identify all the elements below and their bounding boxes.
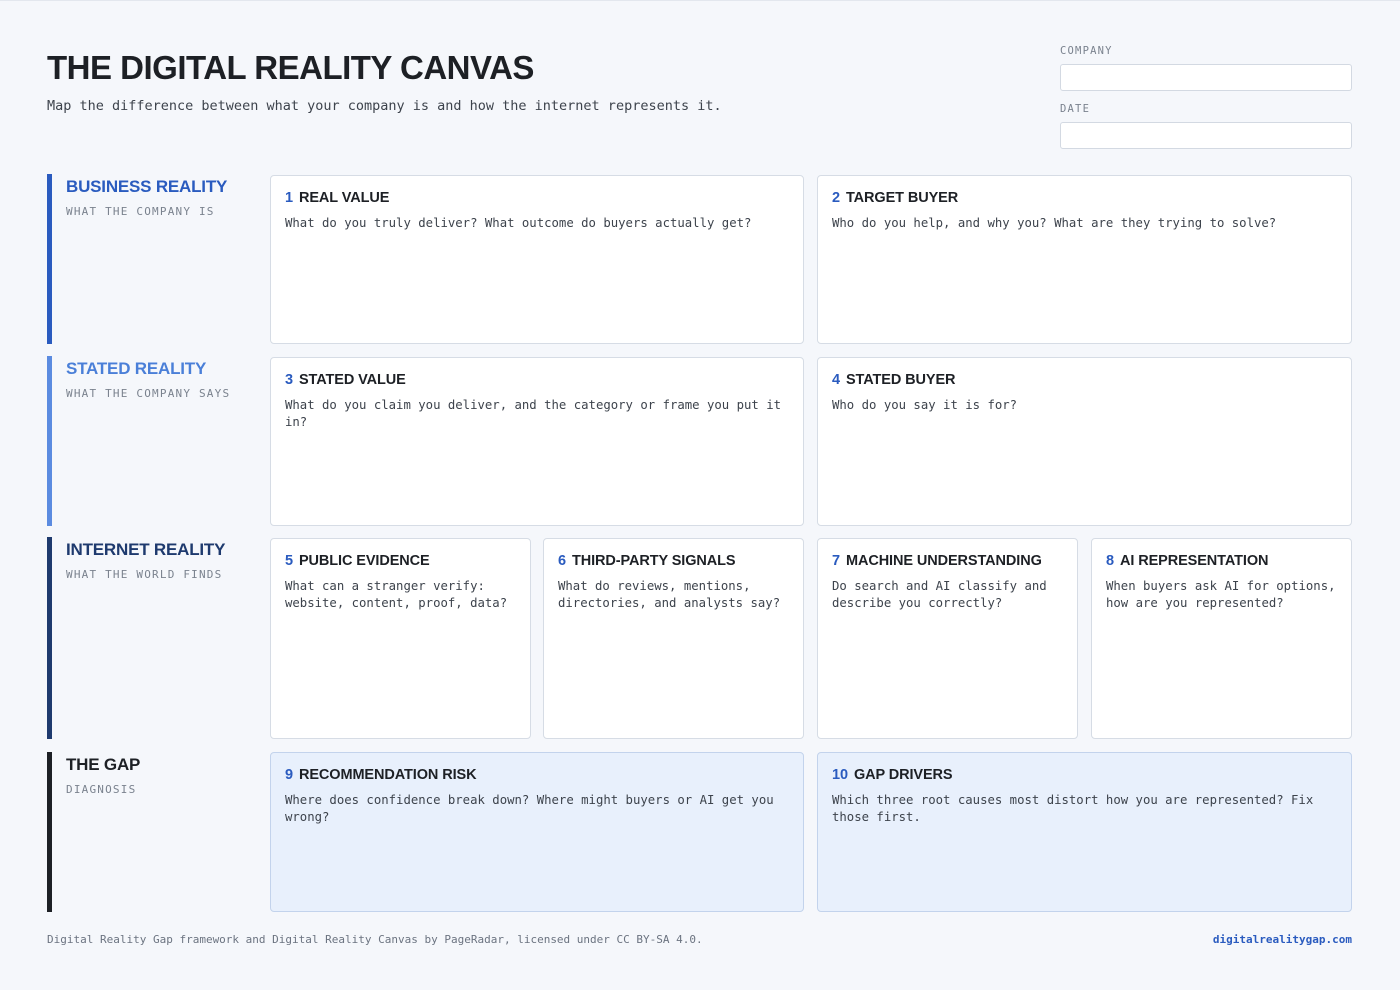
card-title: PUBLIC EVIDENCE	[298, 553, 430, 569]
card-question: What do you claim you deliver, and the c…	[285, 398, 782, 429]
section-internet-title: INTERNET REALITY	[66, 540, 226, 559]
card-stated-buyer[interactable]: 4 STATED BUYER Who do you say it is for?	[817, 357, 1352, 526]
section-business-reality: BUSINESS REALITY WHAT THE COMPANY IS	[47, 174, 252, 344]
section-the-gap: THE GAP DIAGNOSIS	[47, 752, 252, 912]
card-heading: 8 AI REPRESENTATION	[1106, 553, 1337, 569]
card-heading: 9 RECOMMENDATION RISK	[285, 767, 789, 783]
card-title: STATED BUYER	[845, 372, 956, 388]
section-internet-sub: WHAT THE WORLD FINDS	[66, 568, 223, 581]
card-machine-understanding[interactable]: 7 MACHINE UNDERSTANDING Do search and AI …	[817, 538, 1078, 739]
card-question: Who do you help, and why you? What are t…	[832, 216, 1277, 230]
section-internet-reality: INTERNET REALITY WHAT THE WORLD FINDS	[47, 537, 252, 739]
card-third-party-signals[interactable]: 6 THIRD-PARTY SIGNALS What do reviews, me…	[543, 538, 804, 739]
card-heading: 10 GAP DRIVERS	[832, 767, 1337, 783]
card-number: 6	[558, 553, 566, 569]
card-heading: 6 THIRD-PARTY SIGNALS	[558, 553, 789, 569]
page-subtitle: Map the difference between what your com…	[47, 98, 722, 114]
card-number: 2	[832, 190, 840, 206]
section-stated-sub: WHAT THE COMPANY SAYS	[66, 387, 231, 400]
card-question: When buyers ask AI for options, how are …	[1106, 579, 1336, 610]
card-number: 7	[832, 553, 840, 569]
card-question: What do reviews, mentions, directories, …	[558, 579, 781, 610]
card-question: Who do you say it is for?	[832, 398, 1018, 412]
section-stated-title: STATED REALITY	[66, 359, 207, 378]
company-label: COMPANY	[1060, 45, 1113, 57]
card-number: 8	[1106, 553, 1114, 569]
card-number: 5	[285, 553, 293, 569]
card-question: Where does confidence break down? Where …	[285, 793, 774, 824]
card-title: GAP DRIVERS	[853, 767, 953, 783]
card-question: What do you truly deliver? What outcome …	[285, 216, 752, 230]
card-question: What can a stranger verify: website, con…	[285, 579, 508, 610]
section-gap-sub: DIAGNOSIS	[66, 783, 137, 796]
card-ai-representation[interactable]: 8 AI REPRESENTATION When buyers ask AI fo…	[1091, 538, 1352, 739]
footer-link[interactable]: digitalrealitygap.com	[1213, 933, 1352, 946]
card-number: 9	[285, 767, 293, 783]
card-heading: 7 MACHINE UNDERSTANDING	[832, 553, 1063, 569]
card-number: 1	[285, 190, 293, 206]
card-heading: 1 REAL VALUE	[285, 190, 789, 206]
card-title: RECOMMENDATION RISK	[298, 767, 477, 783]
card-gap-drivers[interactable]: 10 GAP DRIVERS Which three root causes mo…	[817, 752, 1352, 912]
section-business-title: BUSINESS REALITY	[66, 177, 228, 196]
card-title: THIRD-PARTY SIGNALS	[571, 553, 736, 569]
date-label: DATE	[1060, 103, 1091, 115]
card-heading: 4 STATED BUYER	[832, 372, 1337, 388]
card-title: REAL VALUE	[298, 190, 390, 206]
card-number: 10	[832, 767, 848, 783]
section-stated-reality: STATED REALITY WHAT THE COMPANY SAYS	[47, 356, 252, 526]
card-recommendation-risk[interactable]: 9 RECOMMENDATION RISK Where does confiden…	[270, 752, 804, 912]
card-question: Do search and AI classify and describe y…	[832, 579, 1047, 610]
card-stated-value[interactable]: 3 STATED VALUE What do you claim you deli…	[270, 357, 804, 526]
card-target-buyer[interactable]: 2 TARGET BUYER Who do you help, and why y…	[817, 175, 1352, 344]
card-public-evidence[interactable]: 5 PUBLIC EVIDENCE What can a stranger ver…	[270, 538, 531, 739]
company-input[interactable]	[1060, 64, 1352, 91]
section-business-sub: WHAT THE COMPANY IS	[66, 205, 215, 218]
card-heading: 3 STATED VALUE	[285, 372, 789, 388]
page-title: THE DIGITAL REALITY CANVAS	[47, 49, 534, 86]
card-heading: 2 TARGET BUYER	[832, 190, 1337, 206]
card-heading: 5 PUBLIC EVIDENCE	[285, 553, 516, 569]
card-real-value[interactable]: 1 REAL VALUE What do you truly deliver? W…	[270, 175, 804, 344]
footer-credit: Digital Reality Gap framework and Digita…	[47, 933, 703, 946]
card-number: 4	[832, 372, 840, 388]
card-question: Which three root causes most distort how…	[832, 793, 1314, 824]
card-title: TARGET BUYER	[845, 190, 959, 206]
section-gap-title: THE GAP	[66, 755, 141, 774]
card-title: STATED VALUE	[298, 372, 406, 388]
card-title: MACHINE UNDERSTANDING	[845, 553, 1042, 569]
card-number: 3	[285, 372, 293, 388]
date-input[interactable]	[1060, 122, 1352, 149]
card-title: AI REPRESENTATION	[1119, 553, 1269, 569]
